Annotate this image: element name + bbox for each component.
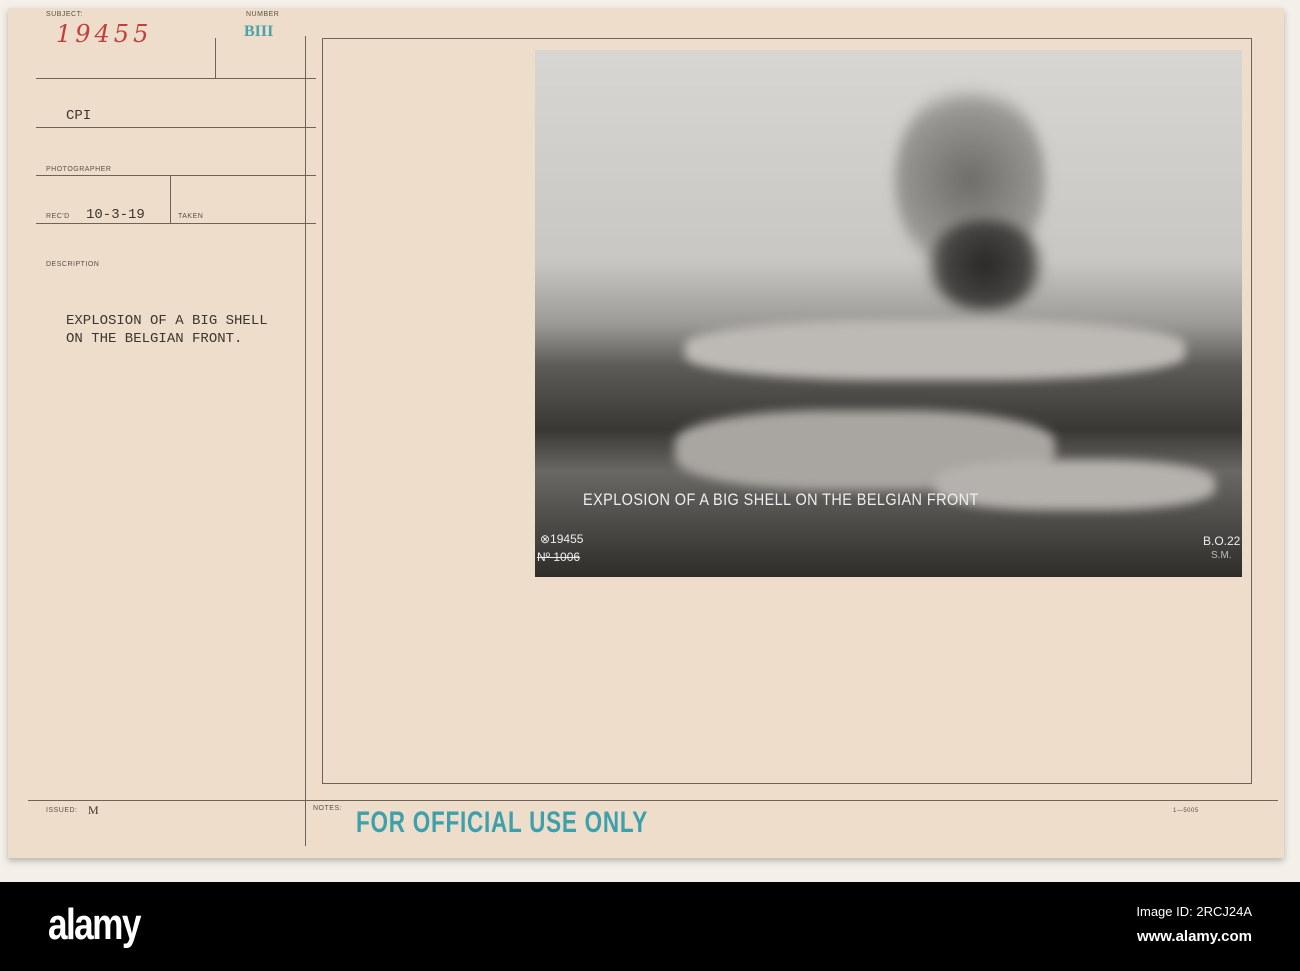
photo-corner-code: B.O.22 (1203, 534, 1241, 548)
alamy-url[interactable]: www.alamy.com (1137, 928, 1252, 945)
image-id: Image ID: 2RCJ24A (1136, 904, 1252, 919)
alamy-logo: alamy (48, 900, 141, 949)
recd-date: 10-3-19 (86, 207, 145, 223)
photographer-label: PHOTOGRAPHER (46, 166, 112, 173)
bottom-divider (28, 800, 1278, 801)
divider (36, 78, 316, 79)
description-label: DESCRIPTION (46, 261, 100, 268)
recd-label: REC'D (46, 213, 70, 220)
divider (36, 223, 316, 224)
number-label: NUMBER (246, 11, 280, 18)
divider (215, 38, 216, 78)
subject-label: SUBJECT: (46, 11, 84, 18)
photo-caption: EXPLOSION OF A BIG SHELL ON THE BELGIAN … (583, 490, 979, 509)
footer-bar: alamy Image ID: 2RCJ24A www.alamy.com (0, 882, 1300, 971)
issued-label: ISSUED: (46, 807, 78, 814)
description-line-1: EXPLOSION OF A BIG SHELL (66, 313, 268, 329)
photo-struck-number: Nº 1006 (537, 550, 581, 564)
taken-label: TAKEN (178, 213, 204, 220)
number-stamp: BIII (244, 23, 274, 40)
photo-corner-initials: S.M. (1211, 550, 1232, 561)
divider (36, 175, 316, 176)
description-line-2: ON THE BELGIAN FRONT. (66, 331, 243, 347)
form-number: 1—5005 (1173, 808, 1199, 814)
snow-patch (685, 320, 1185, 380)
divider (170, 176, 171, 223)
divider (36, 127, 316, 128)
subject-number: 19455 (56, 20, 153, 48)
notes-label: NOTES: (313, 805, 343, 812)
photograph: EXPLOSION OF A BIG SHELL ON THE BELGIAN … (535, 50, 1242, 577)
column-divider (305, 36, 306, 846)
photo-ref-number: ⊗19455 (540, 532, 584, 546)
explosion-crater (925, 220, 1045, 310)
issued-value: M (88, 803, 99, 817)
official-use-stamp: FOR OFFICIAL USE ONLY (356, 806, 649, 839)
agency: CPI (66, 108, 92, 124)
